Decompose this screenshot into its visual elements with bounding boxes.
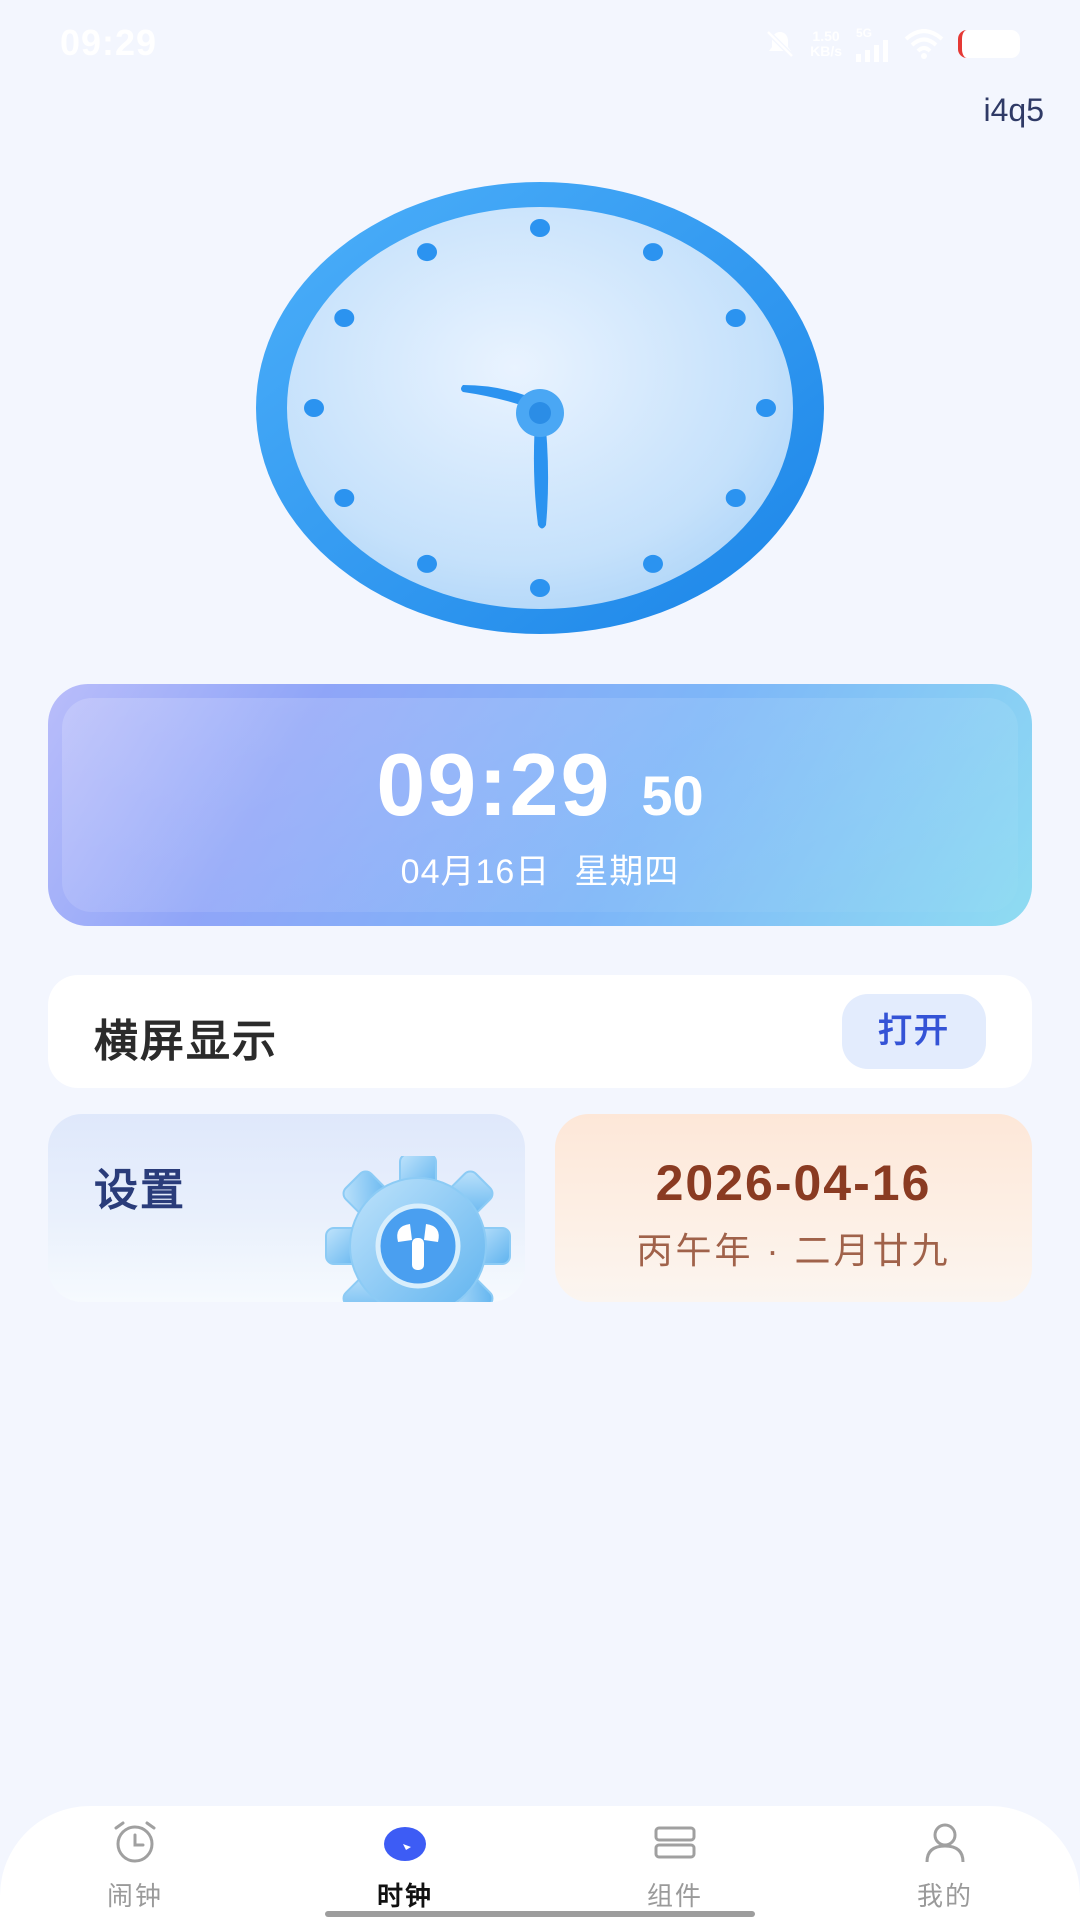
time-seconds: 50 [641, 764, 704, 827]
mute-icon [766, 30, 794, 58]
clock-tick [304, 399, 324, 417]
widgets-icon [654, 1826, 696, 1859]
clock-tick [756, 399, 776, 417]
signal-icon: 5G [856, 26, 890, 62]
clock-tick [643, 243, 663, 262]
analog-clock [256, 182, 824, 634]
bottom-nav: 闹钟 时钟 组件 我的 [0, 1806, 1080, 1920]
clock-tick [725, 309, 746, 327]
clock-icon [384, 1827, 426, 1861]
digital-time-card: 09:29 50 04月16日 星期四 [48, 684, 1032, 926]
date-line: 04月16日 星期四 [48, 844, 1032, 893]
weekday-text: 星期四 [574, 853, 680, 891]
calendar-card[interactable]: 2026-04-16 丙午年 · 二月廿九 [555, 1114, 1032, 1302]
status-bar: 09:29 1.50 KB/s 5G [0, 0, 1080, 90]
wifi-icon [904, 29, 944, 59]
clock-tick [334, 309, 355, 327]
clock-tick [530, 579, 550, 597]
nav-widgets[interactable]: 组件 [540, 1806, 810, 1920]
open-landscape-button[interactable]: 打开 [842, 994, 986, 1069]
net-speed: 1.50 KB/s [810, 28, 842, 59]
gear-icon [325, 1156, 511, 1302]
landscape-label: 横屏显示 [94, 1017, 278, 1066]
nav-clock[interactable]: 时钟 [270, 1806, 540, 1920]
alarm-clock-icon [114, 1821, 156, 1863]
profile-icon [925, 1823, 965, 1863]
clock-tick [417, 554, 437, 573]
calendar-date: 2026-04-16 [655, 1155, 932, 1211]
landscape-display-row: 横屏显示 打开 [48, 975, 1032, 1088]
battery-icon [958, 30, 1020, 58]
nav-alarm[interactable]: 闹钟 [0, 1806, 270, 1920]
clock-tick [334, 489, 355, 507]
device-tag: i4q5 [983, 92, 1045, 128]
clock-tick [530, 219, 550, 237]
settings-card[interactable]: 设置 [48, 1114, 525, 1302]
status-icons: 1.50 KB/s 5G [764, 26, 1020, 62]
home-indicator[interactable] [325, 1911, 755, 1917]
clock-tick [417, 243, 437, 262]
digital-time: 09:29 50 [48, 734, 1032, 836]
clock-tick [725, 489, 746, 507]
clock-tick [643, 554, 663, 573]
settings-label: 设置 [94, 1166, 186, 1215]
time-hours-minutes: 09:29 [376, 735, 612, 834]
lunar-date: 丙午年 · 二月廿九 [636, 1230, 951, 1271]
nav-profile[interactable]: 我的 [810, 1806, 1080, 1920]
date-text: 04月16日 [400, 853, 551, 891]
status-time: 09:29 [60, 22, 158, 63]
